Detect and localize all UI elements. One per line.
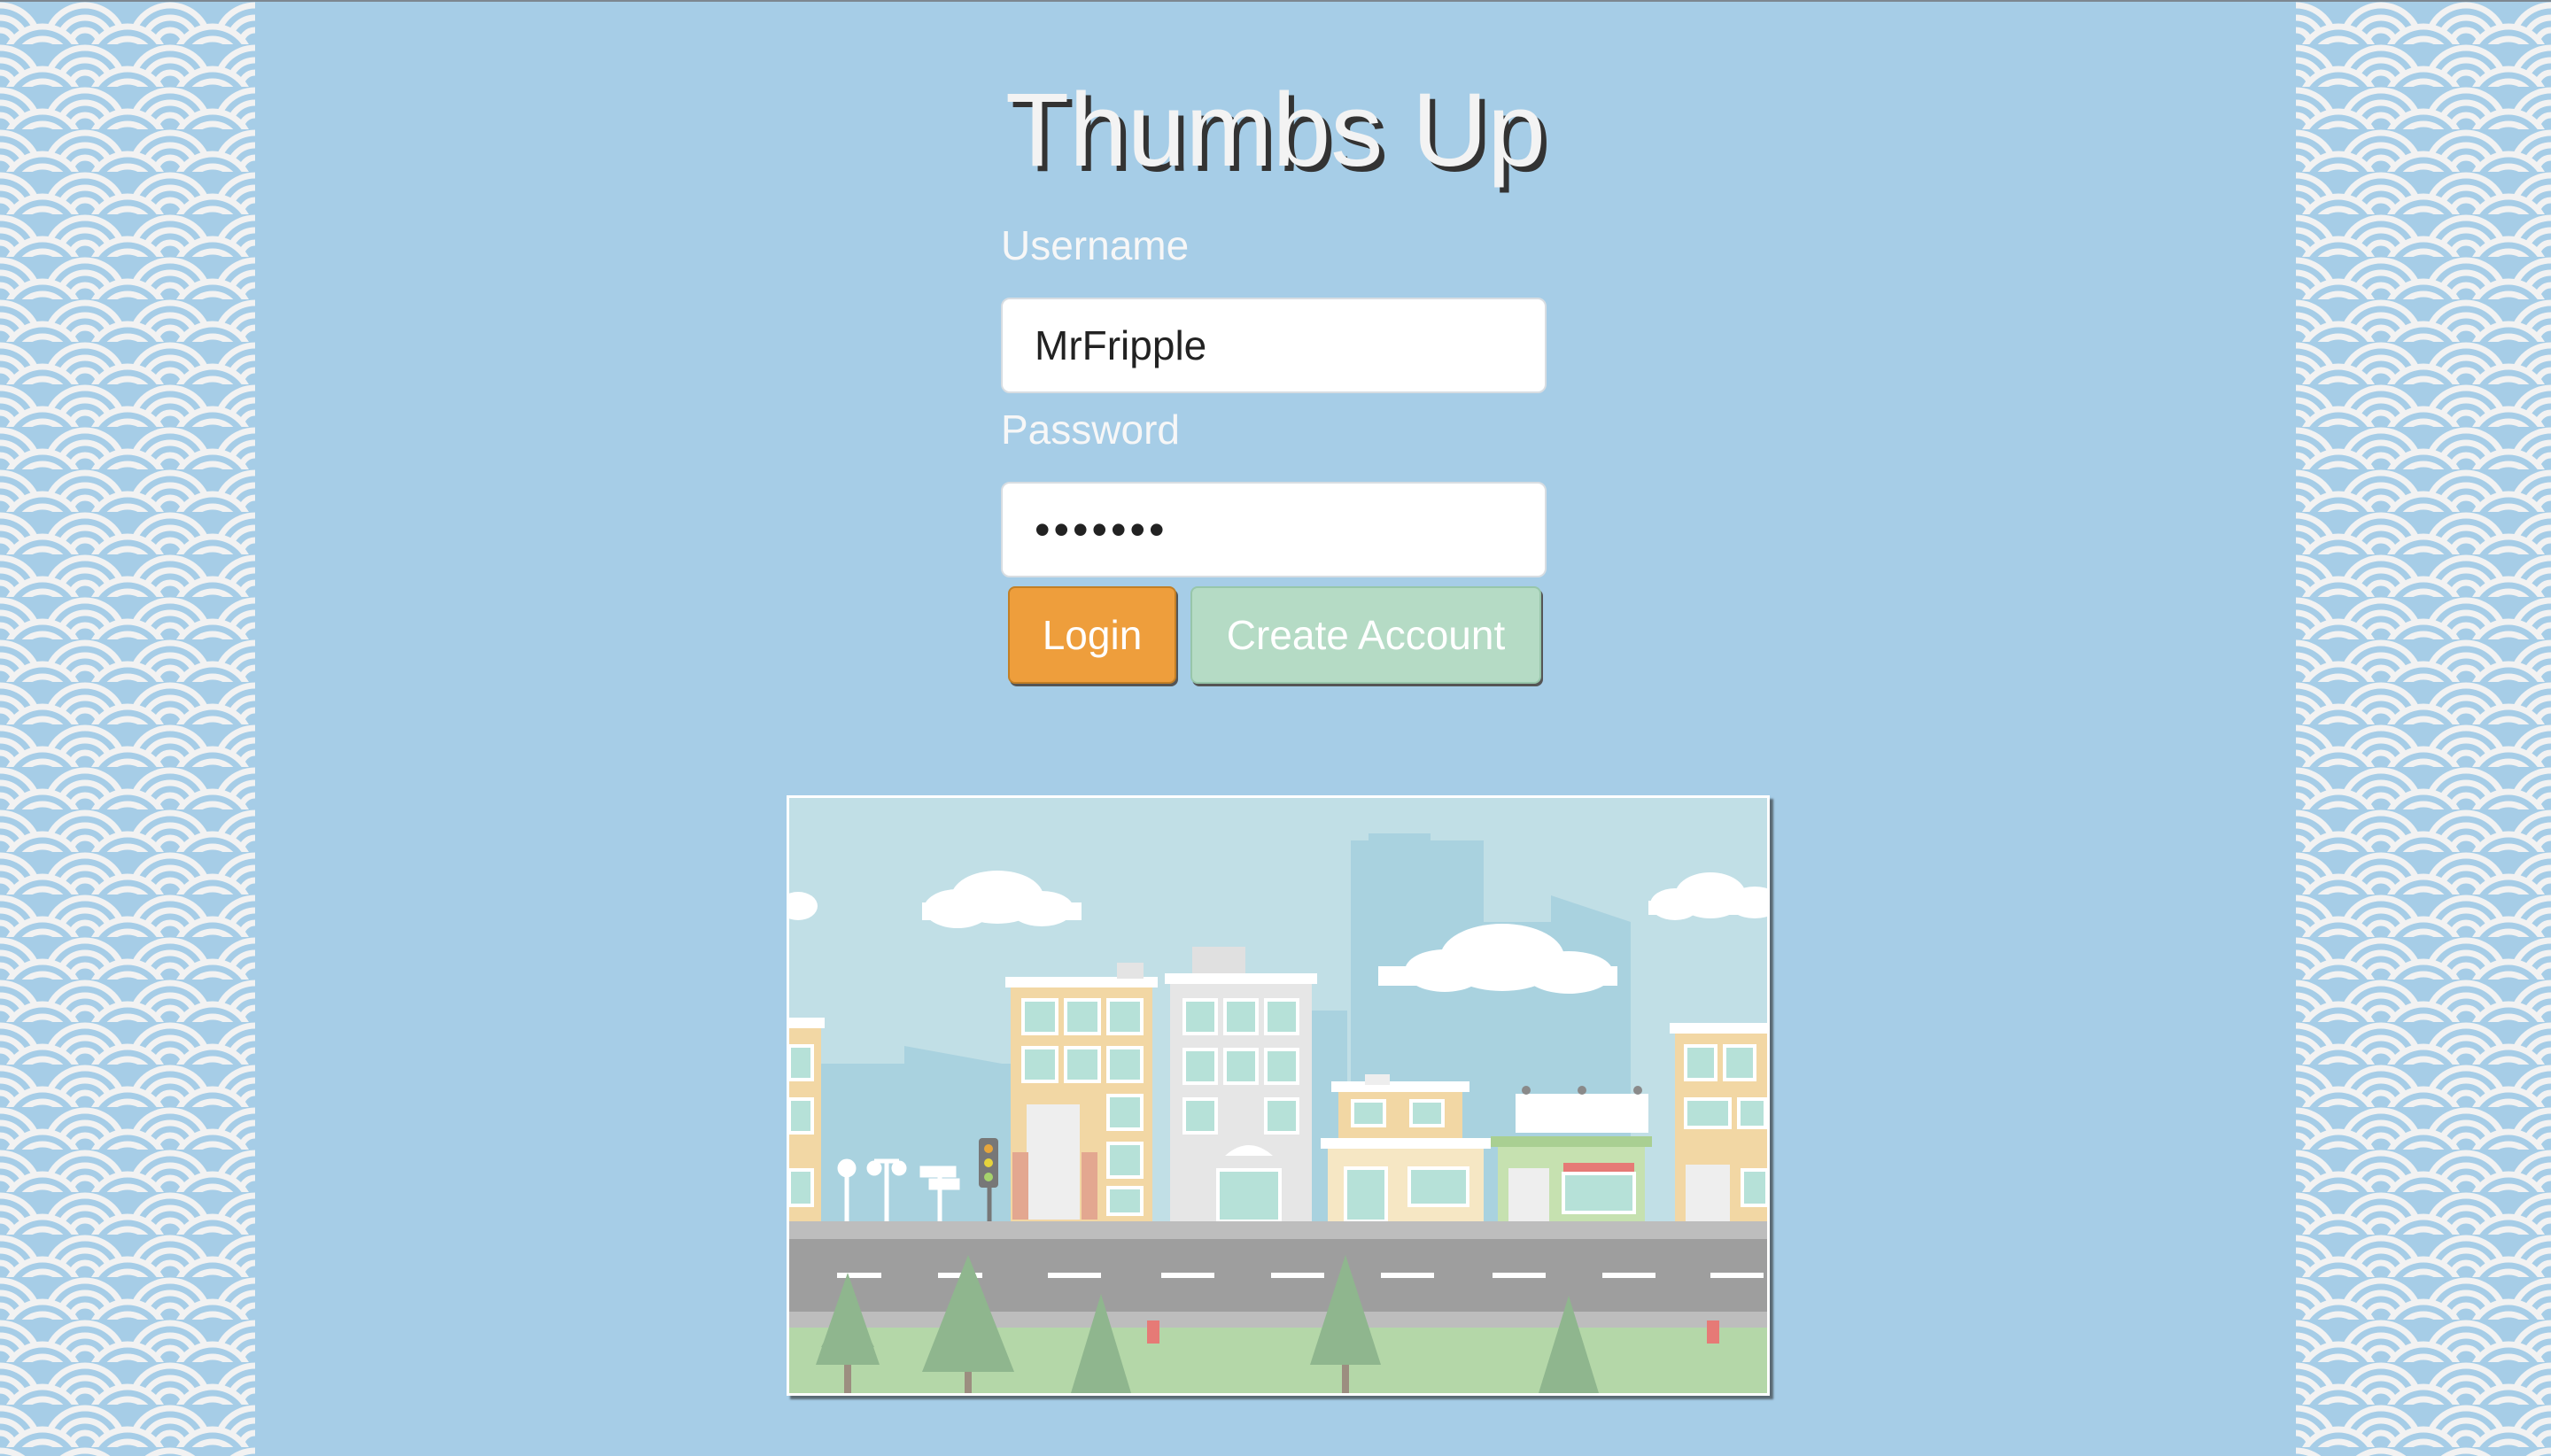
app-title: Thumbs Up bbox=[1005, 72, 1546, 189]
city-street-illustration bbox=[787, 795, 1770, 1396]
right-wave-pattern bbox=[2296, 2, 2551, 1456]
password-label: Password bbox=[1001, 407, 1180, 453]
create-account-button[interactable]: Create Account bbox=[1190, 586, 1541, 684]
username-input[interactable]: MrFripple bbox=[1001, 298, 1547, 393]
left-wave-pattern bbox=[0, 2, 255, 1456]
username-label: Username bbox=[1001, 222, 1190, 268]
login-button[interactable]: Login bbox=[1008, 586, 1176, 684]
password-input[interactable]: ••••••• bbox=[1001, 482, 1547, 577]
